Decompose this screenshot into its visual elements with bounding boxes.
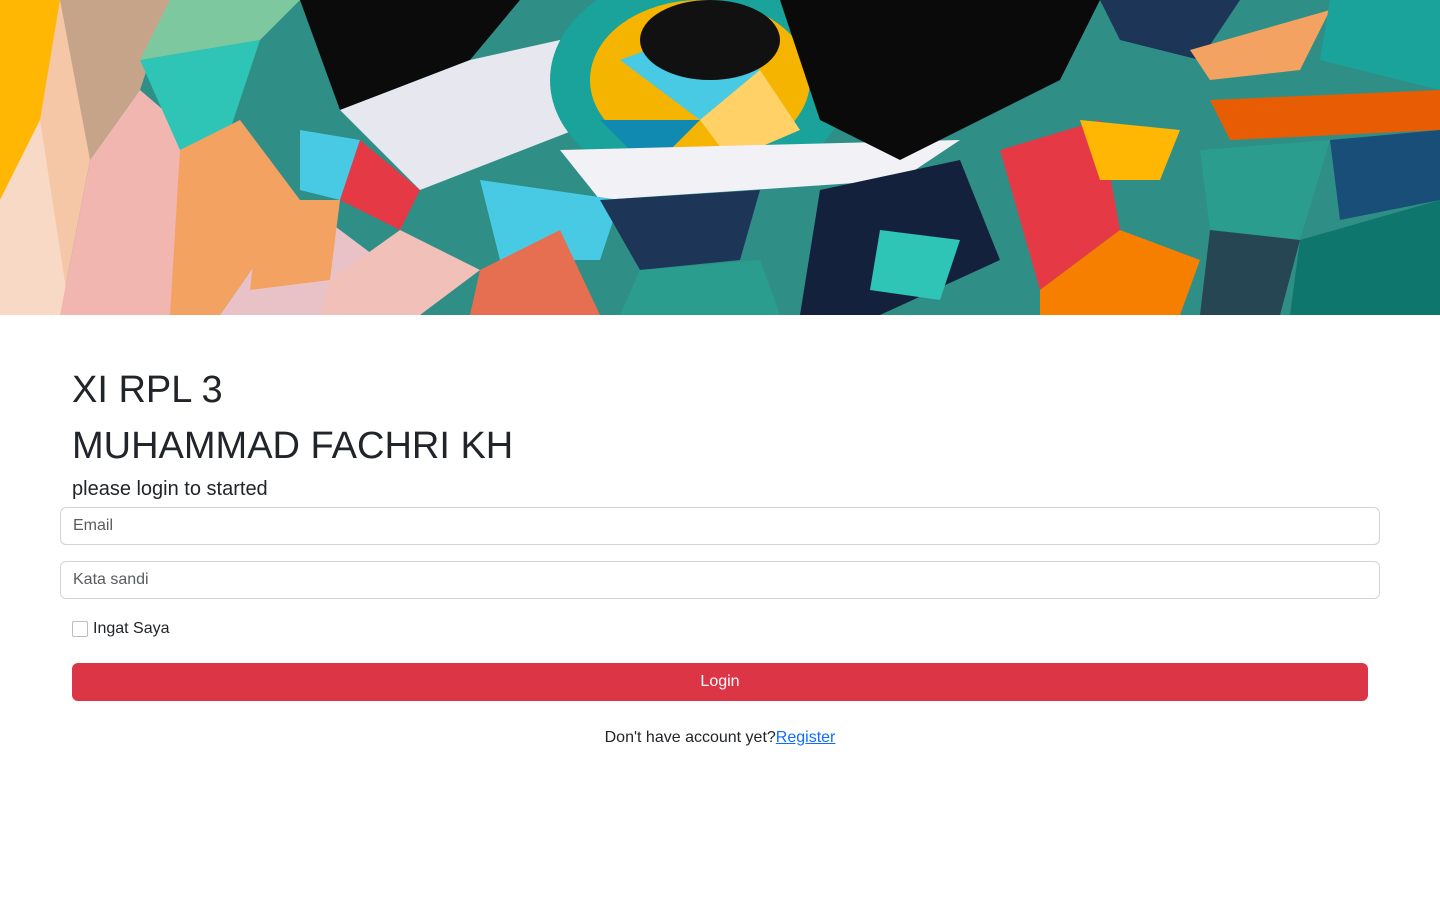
hero-banner-image [0,0,1440,315]
password-input[interactable] [60,561,1380,599]
remember-me-label[interactable]: Ingat Saya [93,619,170,639]
email-input[interactable] [60,507,1380,545]
remember-me-checkbox[interactable] [72,621,88,637]
hero-artwork [0,0,1440,315]
register-link[interactable]: Register [776,729,836,746]
class-title: XI RPL 3 [72,369,223,411]
student-name-title: MUHAMMAD FACHRI KH [72,425,514,467]
login-button[interactable]: Login [72,663,1368,701]
remember-me-row: Ingat Saya [72,619,170,639]
login-subtitle: please login to started [72,478,268,500]
register-prompt-text: Don't have account yet? [604,729,776,746]
register-prompt: Don't have account yet?Register [0,728,1440,748]
